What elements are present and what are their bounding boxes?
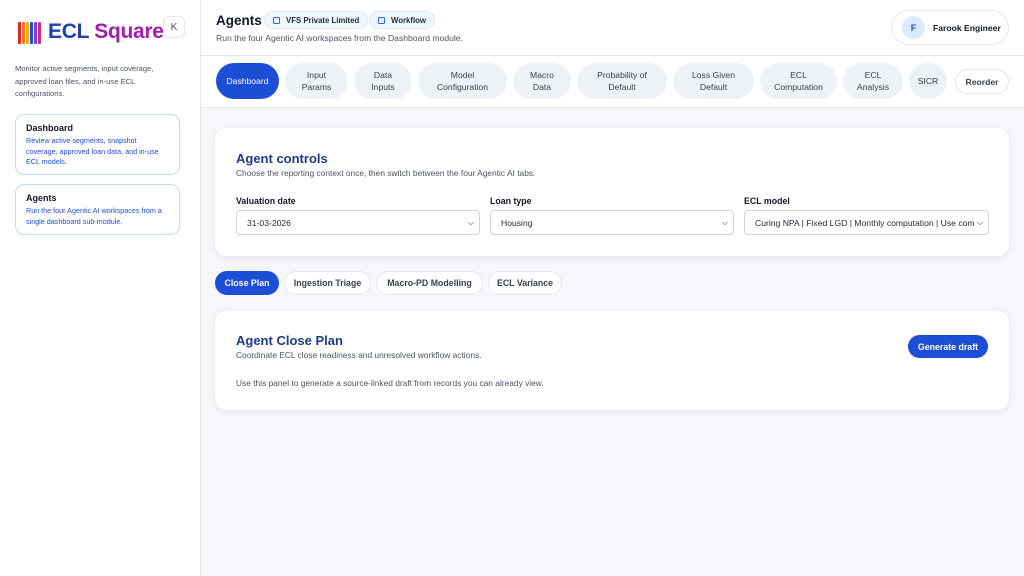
brand-name-part1: ECL [48, 20, 89, 43]
chevron-down-icon: ⌵ [721, 218, 728, 227]
tab-macro-pd-modelling[interactable]: Macro-PD Modelling [376, 271, 483, 295]
valuation-date-label: Valuation date [236, 196, 296, 206]
page-header: Agents VFS Private Limited Workflow Run … [201, 0, 1024, 56]
brand-logo[interactable]: ECL Square [18, 20, 164, 44]
logo-mark-icon [18, 20, 44, 44]
tab-close-plan[interactable]: Close Plan [215, 271, 279, 295]
brand-name-part2: Square [94, 20, 164, 43]
close-plan-card: Agent Close Plan Coordinate ECL close re… [215, 311, 1009, 410]
user-menu[interactable]: F Farook Engineer [891, 10, 1009, 45]
sidebar-collapse-button[interactable]: K [163, 16, 185, 38]
brand-name: ECL Square [48, 20, 164, 44]
valuation-date-select[interactable]: 31-03-2026 ⌵ [236, 210, 480, 235]
sidebar-item-title: Dashboard [26, 123, 74, 133]
page-title: Agents [216, 13, 262, 28]
tab-sicr[interactable]: SICR [909, 63, 947, 99]
agent-controls-card: Agent controls Choose the reporting cont… [215, 128, 1009, 256]
chevron-down-icon: ⌵ [974, 218, 983, 228]
tab-input-params[interactable]: Input Params [285, 63, 348, 99]
generate-draft-button[interactable]: Generate draft [908, 335, 988, 358]
sidebar-item-description: Review active segments, snapshot coverag… [26, 136, 159, 166]
tab-ecl-computation[interactable]: ECL Computation [760, 63, 837, 99]
loan-type-select[interactable]: Housing ⌵ [490, 210, 734, 235]
sidebar-item-title: Agents [26, 193, 57, 203]
agent-controls-title: Agent controls [236, 151, 328, 166]
sidebar-description: Monitor active segments, input coverage,… [15, 64, 154, 98]
page-subtitle: Run the four Agentic AI workspaces from … [216, 33, 463, 43]
tab-data-inputs[interactable]: Data Inputs [354, 63, 412, 99]
loan-type-value: Housing [501, 217, 533, 228]
avatar: F [902, 16, 925, 39]
grid-icon [378, 16, 385, 24]
building-icon [273, 16, 280, 24]
tab-ecl-analysis[interactable]: ECL Analysis [843, 63, 903, 99]
entity-chip[interactable]: VFS Private Limited [264, 11, 369, 29]
sidebar-item-agents[interactable]: Agents Run the four Agentic AI workspace… [15, 184, 180, 235]
tab-loss-given-default[interactable]: Loss Given Default [673, 63, 754, 99]
ecl-model-value: Curing NPA | Fixed LGD | Monthly computa… [755, 217, 975, 228]
sidebar-item-dashboard[interactable]: Dashboard Review active segments, snapsh… [15, 114, 180, 175]
valuation-date-value: 31-03-2026 [247, 217, 291, 228]
tab-ingestion-triage[interactable]: Ingestion Triage [284, 271, 371, 295]
tab-ecl-variance[interactable]: ECL Variance [488, 271, 562, 295]
sidebar-item-description: Run the four Agentic AI workspaces from … [26, 206, 162, 226]
ecl-model-select[interactable]: Curing NPA | Fixed LGD | Monthly computa… [744, 210, 989, 235]
tab-probability-of-default[interactable]: Probability of Default [577, 63, 667, 99]
close-plan-subtitle: Coordinate ECL close readiness and unres… [236, 350, 482, 360]
ecl-model-label: ECL model [744, 196, 790, 206]
chevron-down-icon: ⌵ [467, 218, 474, 227]
workflow-chip-label: Workflow [391, 15, 426, 25]
tab-dashboard[interactable]: Dashboard [216, 63, 279, 99]
user-name: Farook Engineer [933, 22, 1001, 33]
sidebar: ECL Square K Monitor active segments, in… [0, 0, 201, 576]
close-plan-title: Agent Close Plan [236, 333, 343, 348]
module-tabs: Dashboard Input Params Data Inputs Model… [201, 56, 1024, 108]
entity-chip-label: VFS Private Limited [286, 15, 360, 25]
agent-controls-subtitle: Choose the reporting context once, then … [236, 168, 536, 178]
reorder-button[interactable]: Reorder [955, 69, 1009, 94]
tab-macro-data[interactable]: Macro Data [513, 63, 571, 99]
tab-model-configuration[interactable]: Model Configuration [418, 63, 507, 99]
loan-type-label: Loan type [490, 196, 532, 206]
close-plan-body: Use this panel to generate a source-link… [236, 378, 544, 388]
workflow-chip[interactable]: Workflow [369, 11, 435, 29]
